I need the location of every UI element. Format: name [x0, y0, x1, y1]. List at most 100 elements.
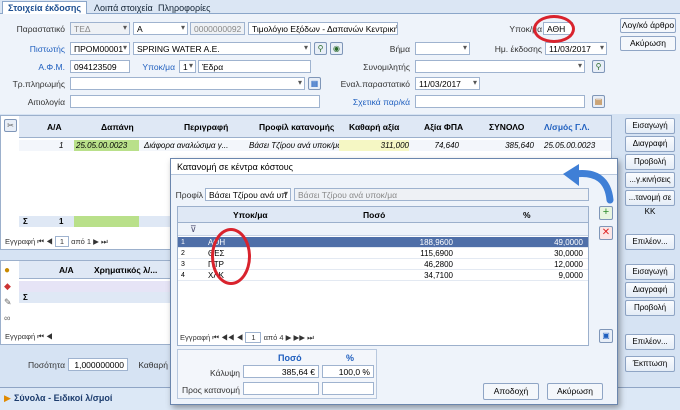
delete-icon[interactable]: ✕ — [599, 226, 613, 240]
epilogh2-button[interactable]: Επιλέον... — [625, 334, 675, 350]
table-row[interactable]: 1 25.05.00.0023 Διάφορα αναλώσιμα γ... Β… — [19, 140, 611, 151]
sxetika-label[interactable]: Σχετικά παρ/κά — [340, 97, 410, 107]
pencil-icon[interactable]: ✎ — [4, 297, 12, 308]
nav-last-icon[interactable]: ▶ ⏭ — [93, 237, 108, 246]
cell-poso: 188,9600 — [419, 238, 453, 247]
profil-field[interactable]: Βάσει Τζίρου ανά υπ — [205, 188, 291, 201]
katanomi-dialog: Κατανομή σε κέντρα κόστους Προφίλ Βάσει … — [170, 158, 618, 405]
profil-label: Προφίλ — [175, 190, 203, 200]
tab-bar: Στοιχεία έκδοσης Λοιπά στοιχεία Πληροφορ… — [0, 0, 680, 14]
col-perigrafi: Περιγραφή — [184, 122, 229, 132]
vima-label: Βήμα — [389, 44, 410, 54]
akyrosi-dialog-button[interactable]: Ακύρωση — [547, 383, 603, 400]
aitiologia-field[interactable] — [70, 95, 320, 108]
coins-icon[interactable]: ◆ — [4, 281, 11, 292]
main-grid-nav: Εγγραφή ⏮ ◀ 1 από 1 ▶ ⏭ — [5, 236, 165, 248]
globe-icon[interactable]: ◉ — [330, 42, 343, 55]
kalypsi-label: Κάλυψη — [210, 368, 240, 378]
col-fpa: Αξία ΦΠΑ — [424, 122, 464, 132]
apodoxi-button[interactable]: Αποδοχή — [483, 383, 539, 400]
tab-plirofories[interactable]: Πληροφορίες — [152, 1, 216, 14]
nav-current[interactable]: 1 — [54, 236, 70, 247]
parastatiko-desc-field: Τιμολόγιο Εξόδων - Δαπανών Κεντρικής ES — [248, 22, 398, 35]
afm-label[interactable]: Α.Φ.Μ. — [5, 62, 65, 72]
filter-icon[interactable]: ⊽ — [190, 224, 197, 235]
posotita-label: Ποσότητα — [28, 360, 65, 370]
row-number: 3 — [181, 261, 185, 268]
dnav-first-icon[interactable]: ⏮ ◀◀ ◀ — [212, 333, 245, 342]
logiko-arthro-button[interactable]: Λογ/κό άρθρο — [620, 18, 676, 33]
save-icon[interactable]: ▣ — [599, 329, 613, 343]
sum-green-cell — [74, 216, 139, 227]
vima-field[interactable] — [415, 42, 470, 55]
afm-field[interactable]: 094123509 — [70, 60, 130, 73]
synomilitis-label: Συνομιλητής — [363, 62, 410, 72]
kiniseis-button[interactable]: ...γ.κινήσεις — [625, 172, 675, 188]
pistotis-label[interactable]: Πιστωτής — [5, 44, 65, 54]
tab-stoixeia-ekdosis[interactable]: Στοιχεία έκδοσης — [2, 1, 88, 14]
row-number: 2 — [181, 250, 185, 257]
cell-aa: 1 — [59, 141, 64, 150]
cell-logariasmos: 25.05.00.0023 — [544, 141, 596, 150]
epilogh-button[interactable]: Επιλέον... — [625, 234, 675, 250]
katanomi-kk-button[interactable]: ...τανομή σε ΚΚ — [625, 190, 675, 216]
curved-arrow-icon — [563, 164, 614, 204]
ypokma2-num-field[interactable]: 1 — [179, 60, 196, 73]
search-person-icon[interactable]: ⚲ — [314, 42, 327, 55]
tools-icon[interactable]: ✂ — [4, 119, 17, 132]
ypokma2-label[interactable]: Υποκ/μα — [133, 62, 175, 72]
link-icon[interactable]: ∞ — [4, 313, 10, 323]
provoli-button[interactable]: Προβολή — [625, 154, 675, 170]
parastatiko-series-field[interactable]: Α — [133, 22, 188, 35]
ekptosi-button[interactable]: Έκπτωση — [625, 356, 675, 372]
parastatiko-code-field[interactable]: ΤΕΔ — [70, 22, 130, 35]
col-kathari: Καθαρή αξία — [349, 122, 400, 132]
cell-dapani: 25.05.00.0023 — [74, 140, 139, 151]
cell-fpa: 74,640 — [434, 141, 459, 150]
enal-date-field[interactable]: 11/03/2017 — [415, 77, 480, 90]
expand-arrow-icon[interactable]: ▶ — [4, 393, 11, 404]
header-form: Παραστατικό ΤΕΔ Α 0000000092 Τιμολόγιο Ε… — [0, 14, 680, 114]
dnav-last-icon[interactable]: ▶ ▶▶ ⏭ — [286, 333, 314, 342]
provoli2-button[interactable]: Προβολή — [625, 300, 675, 316]
cell-pct: 30,0000 — [554, 249, 583, 258]
highlight-circle-ypokma — [533, 15, 575, 43]
troplirom-field[interactable] — [70, 77, 305, 90]
cell-kathari: 311,000 — [339, 140, 409, 151]
sum-col-pct: % — [346, 353, 355, 363]
eisagogi2-button[interactable]: Εισαγωγή — [625, 264, 675, 280]
cell-profil: Βάσει Τζίρου ανά υποκ/μα — [249, 141, 342, 150]
kalypsi-pct-field: 100,0 % — [322, 365, 374, 378]
eisagogi-button[interactable]: Εισαγωγή — [625, 118, 675, 134]
pistotis-code-field[interactable]: ΠΡΟΜ00001 — [70, 42, 130, 55]
nav-first-icon[interactable]: ⏮ ◀ — [37, 237, 55, 246]
col2-aa: Α/Α — [59, 265, 74, 275]
parastatiko-number-field[interactable]: 0000000092 — [190, 22, 245, 35]
dnav-current[interactable]: 1 — [245, 332, 262, 343]
col-logariasmos: Λ/σμός Γ.Λ. — [544, 122, 590, 132]
synomilitis-field[interactable] — [415, 60, 585, 73]
ypokma2-value-field[interactable]: Έδρα — [198, 60, 311, 73]
diagrafi-button[interactable]: Διαγραφή — [625, 136, 675, 152]
sum-count: 1 — [59, 217, 64, 226]
col-synolo: ΣΥΝΟΛΟ — [489, 122, 525, 132]
document-icon[interactable]: ▤ — [592, 95, 605, 108]
tab-loipa-stoixeia[interactable]: Λοιπά στοιχεία — [88, 1, 159, 14]
cell-pct: 12,0000 — [554, 260, 583, 269]
aitiologia-label: Αιτιολογία — [27, 97, 65, 107]
diagrafi2-button[interactable]: Διαγραφή — [625, 282, 675, 298]
search-person-icon-2[interactable]: ⚲ — [592, 60, 605, 73]
sxetika-field[interactable] — [415, 95, 585, 108]
pistotis-name-field[interactable]: SPRING WATER A.E. — [133, 42, 311, 55]
money-bag-icon[interactable]: ● — [4, 265, 10, 276]
akyrosi-top-button[interactable]: Ακύρωση — [620, 36, 676, 51]
calculator-icon[interactable]: ▦ — [308, 77, 321, 90]
cell-poso: 46,2800 — [424, 260, 453, 269]
col-aa: Α/Α — [47, 122, 62, 132]
dialog-grid-header: Υποκ/μα Ποσό % — [178, 207, 588, 223]
hm-ekdosis-field[interactable]: 11/03/2017 — [545, 42, 607, 55]
hm-ekdosis-label: Ημ. έκδοσης — [494, 44, 542, 54]
posotita-field[interactable]: 1,000000000 — [68, 358, 128, 371]
summary-box: Ποσό % Κάλυψη 385,64 € 100,0 % Προς κατα… — [177, 349, 377, 399]
parastatiko-label: Παραστατικό — [16, 24, 65, 34]
